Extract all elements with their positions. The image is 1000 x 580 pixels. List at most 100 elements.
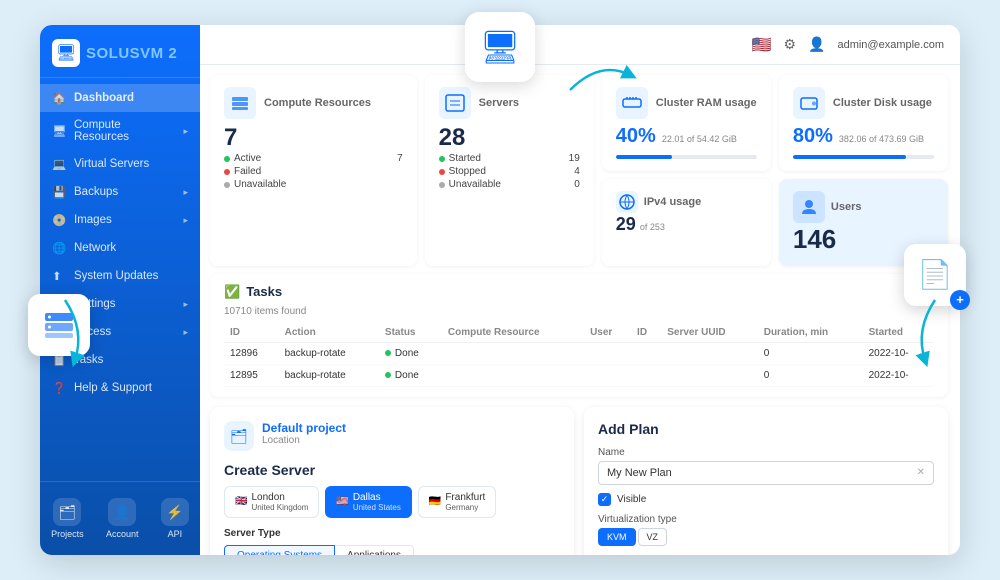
col-uuid: Server UUID bbox=[661, 323, 758, 343]
tab-apps[interactable]: Applications bbox=[335, 545, 414, 555]
chevron-right-icon: ▸ bbox=[183, 187, 188, 198]
uk-flag: 🇬🇧 bbox=[235, 496, 247, 507]
visible-row: ✓ Visible bbox=[598, 493, 934, 506]
sidebar-bottom: 🗂 Projects 👤 Account ⚡ API bbox=[40, 481, 200, 555]
ram-icon bbox=[616, 87, 648, 119]
sidebar-item-account[interactable]: 👤 Account bbox=[98, 490, 147, 547]
add-plan-title: Add Plan bbox=[598, 421, 934, 437]
col-status: Status bbox=[379, 323, 442, 343]
tasks-section: ✅ Tasks 10710 items found ID Action Stat… bbox=[210, 274, 948, 397]
done-dot bbox=[385, 350, 391, 356]
cluster-disk-col: Cluster Disk usage 80% 382.06 of 473.69 … bbox=[779, 75, 948, 266]
sidebar-item-virtual-servers[interactable]: 💻 Virtual Servers bbox=[40, 150, 200, 178]
disk-progress-bar bbox=[793, 155, 934, 159]
tasks-icon-section: ✅ bbox=[224, 284, 240, 300]
chevron-right-icon: ▸ bbox=[183, 215, 188, 226]
started-dot bbox=[439, 156, 445, 162]
unavailable-dot bbox=[224, 182, 230, 188]
ipv4-detail: of 253 bbox=[640, 222, 665, 232]
col-action: Action bbox=[279, 323, 379, 343]
visible-label: Visible bbox=[617, 494, 646, 505]
stopped-dot bbox=[439, 169, 445, 175]
add-plan-panel: Add Plan Name My New Plan ✕ ✓ bbox=[584, 407, 948, 555]
disk-percent: 80% bbox=[793, 125, 833, 147]
header-user-text[interactable]: admin@example.com bbox=[837, 39, 944, 51]
projects-icon: 🗂 bbox=[53, 498, 81, 526]
virt-label: Virtualization type bbox=[598, 514, 934, 525]
virtual-server-icon: 💻 bbox=[52, 157, 66, 171]
ram-percent: 40% bbox=[616, 125, 656, 147]
add-icon-btn[interactable]: + bbox=[950, 290, 970, 310]
project-title: Default project bbox=[262, 421, 346, 435]
network-icon: 🌐 bbox=[52, 241, 66, 255]
location-london[interactable]: 🇬🇧 London United Kingdom bbox=[224, 486, 319, 518]
stats-row: Compute Resources 7 Active 7 Failed bbox=[210, 75, 948, 266]
scroll-content: Compute Resources 7 Active 7 Failed bbox=[200, 65, 960, 555]
logo-text: SOLUSVM 2 bbox=[86, 45, 177, 62]
stat-card-ipv4: IPv4 usage 29 of 253 bbox=[602, 179, 771, 266]
virt-vz[interactable]: VZ bbox=[638, 528, 668, 546]
document-icon: 📄 bbox=[918, 258, 953, 291]
col-sid: ID bbox=[631, 323, 661, 343]
visible-checkbox[interactable]: ✓ bbox=[598, 493, 611, 506]
dashboard-icon: 🏠 bbox=[52, 91, 66, 105]
active-dot bbox=[224, 156, 230, 162]
account-icon: 👤 bbox=[108, 498, 136, 526]
api-icon: ⚡ bbox=[161, 498, 189, 526]
chevron-right-icon: ▸ bbox=[183, 327, 188, 338]
name-label: Name bbox=[598, 447, 934, 458]
location-options: 🇬🇧 London United Kingdom 🇺🇸 Dallas bbox=[224, 486, 560, 518]
chip-icon: 🖥 bbox=[480, 28, 521, 66]
virt-row: Virtualization type KVM VZ bbox=[598, 514, 934, 546]
tasks-found: 10710 items found bbox=[224, 306, 934, 317]
compute-active: Active 7 bbox=[224, 153, 403, 164]
inner-app: 🖥 SOLUSVM 2 🏠 Dashboard 🖥 Compute Resour… bbox=[40, 25, 960, 555]
backup-icon: 💾 bbox=[52, 185, 66, 199]
sidebar-item-compute[interactable]: 🖥 Compute Resources ▸ bbox=[40, 112, 200, 150]
servers-title: Servers bbox=[479, 97, 519, 109]
compute-resources-title: Compute Resources bbox=[264, 97, 371, 109]
language-flag[interactable]: 🇺🇸 bbox=[752, 35, 772, 55]
tab-os[interactable]: Operating Systems bbox=[224, 545, 335, 555]
disk-icon bbox=[793, 87, 825, 119]
virt-kvm[interactable]: KVM bbox=[598, 528, 636, 546]
sidebar-item-images[interactable]: 📀 Images ▸ bbox=[40, 206, 200, 234]
tasks-table: ID Action Status Compute Resource User I… bbox=[224, 323, 934, 387]
ipv4-title: IPv4 usage bbox=[644, 196, 701, 208]
virt-options: KVM VZ bbox=[598, 528, 934, 546]
project-icon: 🗂 bbox=[224, 421, 254, 451]
ipv4-icon bbox=[616, 191, 638, 213]
table-row: 12896 backup-rotate Done bbox=[224, 342, 934, 364]
user-avatar-icon[interactable]: 👤 bbox=[808, 36, 825, 53]
help-icon: ❓ bbox=[52, 381, 66, 395]
stat-card-compute: Compute Resources 7 Active 7 Failed bbox=[210, 75, 417, 266]
col-id: ID bbox=[224, 323, 279, 343]
app-container: 🖥 bbox=[0, 0, 1000, 580]
ram-detail: 22.01 of 54.42 GiB bbox=[662, 134, 737, 144]
col-user: User bbox=[584, 323, 631, 343]
sidebar-item-help[interactable]: ❓ Help & Support bbox=[40, 374, 200, 402]
disk-title: Cluster Disk usage bbox=[833, 97, 932, 109]
project-header: 🗂 Default project Location bbox=[224, 421, 560, 452]
top-header: 🇺🇸 ⚙ 👤 admin@example.com bbox=[200, 25, 960, 65]
input-clear-icon[interactable]: ✕ bbox=[917, 467, 925, 478]
create-server-panel: 🗂 Default project Location Create Server… bbox=[210, 407, 574, 555]
sidebar-item-network[interactable]: 🌐 Network bbox=[40, 234, 200, 262]
disk-progress-fill bbox=[793, 155, 906, 159]
location-frankfurt[interactable]: 🇩🇪 Frankfurt Germany bbox=[418, 486, 496, 518]
name-input[interactable]: My New Plan ✕ bbox=[598, 461, 934, 485]
sidebar-item-dashboard[interactable]: 🏠 Dashboard bbox=[40, 84, 200, 112]
sidebar-item-api[interactable]: ⚡ API bbox=[153, 490, 197, 547]
us-flag: 🇺🇸 bbox=[336, 496, 348, 507]
users-icon bbox=[793, 191, 825, 223]
compute-failed: Failed bbox=[224, 166, 403, 177]
compute-resources-number: 7 bbox=[224, 125, 403, 151]
sidebar-item-projects[interactable]: 🗂 Projects bbox=[43, 490, 92, 547]
ram-progress-fill bbox=[616, 155, 672, 159]
sidebar-item-backups[interactable]: 💾 Backups ▸ bbox=[40, 178, 200, 206]
status-badge: Done bbox=[385, 370, 436, 381]
sidebar-item-system-updates[interactable]: ⬆ System Updates bbox=[40, 262, 200, 290]
location-dallas[interactable]: 🇺🇸 Dallas United States bbox=[325, 486, 411, 518]
server-icon bbox=[41, 307, 77, 343]
settings-header-icon[interactable]: ⚙ bbox=[783, 36, 796, 53]
